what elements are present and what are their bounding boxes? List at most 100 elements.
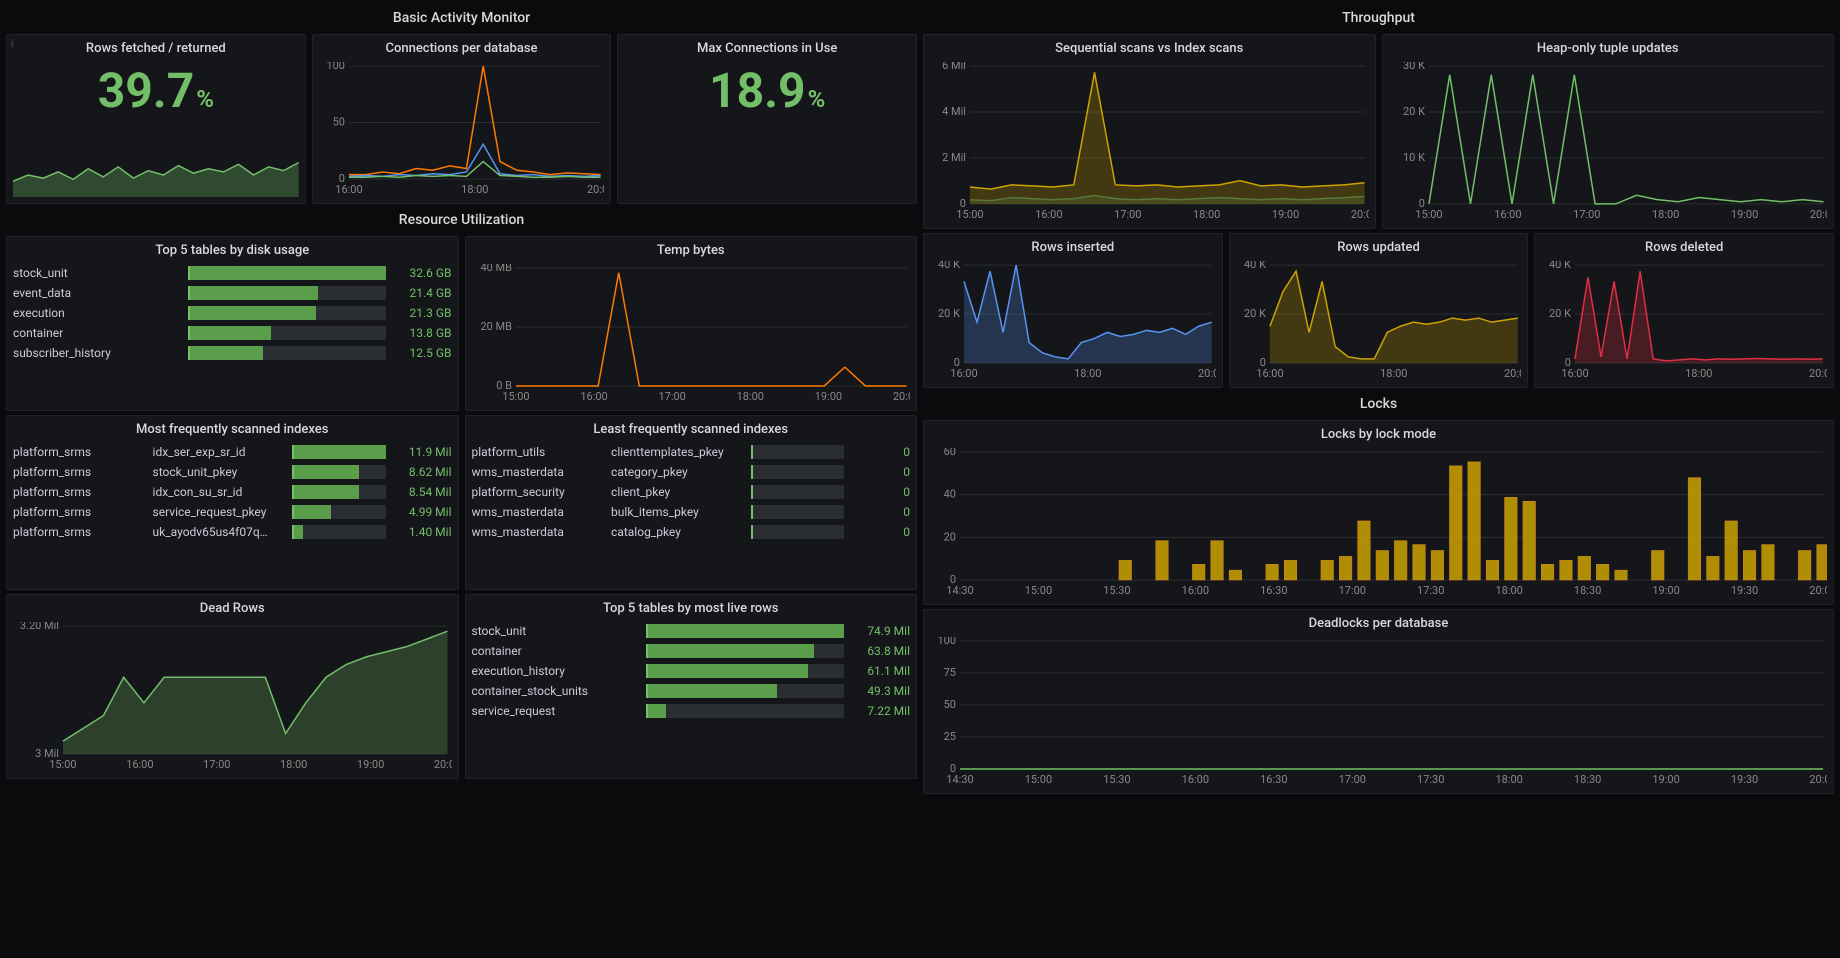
bar bbox=[188, 326, 386, 340]
sparkline bbox=[13, 159, 299, 197]
panel-most-scanned[interactable]: Most frequently scanned indexes platform… bbox=[6, 415, 459, 590]
value: 61.1 Mil bbox=[852, 664, 910, 678]
item-label: execution_history bbox=[472, 664, 639, 678]
svg-text:6 Mil: 6 Mil bbox=[942, 62, 966, 72]
svg-text:16:00: 16:00 bbox=[335, 183, 362, 196]
panel-top5-live[interactable]: Top 5 tables by most live rows stock_uni… bbox=[465, 594, 918, 779]
svg-text:15:00: 15:00 bbox=[502, 390, 529, 403]
panel-title: Rows updated bbox=[1236, 240, 1522, 255]
table: stock_unit74.9 Milcontainer63.8 Milexecu… bbox=[472, 622, 911, 720]
panel-temp-bytes[interactable]: Temp bytes 0 B20 MB40 MB15:0016:0017:001… bbox=[465, 236, 918, 411]
table-row: execution_history 61.1 Mil bbox=[472, 664, 911, 678]
table-row: event_data21.4 GB bbox=[13, 286, 452, 300]
svg-text:19:00: 19:00 bbox=[1730, 208, 1757, 221]
svg-text:20 K: 20 K bbox=[1244, 307, 1266, 320]
svg-text:20:00: 20:00 bbox=[1809, 773, 1827, 786]
panel-max-conn[interactable]: Max Connections in Use 18.9 % bbox=[617, 34, 917, 204]
svg-text:20 K: 20 K bbox=[1549, 307, 1571, 320]
panel-heap-only[interactable]: Heap-only tuple updates 010 K20 K30 K15:… bbox=[1382, 34, 1835, 229]
svg-text:17:30: 17:30 bbox=[1417, 584, 1444, 597]
table-row: wms_masterdatacategory_pkey0 bbox=[472, 465, 911, 479]
stat-number: 39.7 bbox=[98, 62, 195, 119]
svg-text:30 K: 30 K bbox=[1403, 62, 1425, 72]
svg-text:20:00: 20:00 bbox=[587, 183, 605, 196]
bar bbox=[646, 684, 844, 698]
section-locks: Locks bbox=[923, 392, 1834, 416]
svg-text:2 Mil: 2 Mil bbox=[942, 151, 966, 164]
bar bbox=[646, 644, 844, 658]
panel-conn-per-db[interactable]: Connections per database 05010016:0018:0… bbox=[312, 34, 612, 204]
svg-text:17:30: 17:30 bbox=[1417, 773, 1444, 786]
svg-text:25: 25 bbox=[944, 730, 956, 743]
bar bbox=[188, 306, 386, 320]
stat-value: 18.9 % bbox=[624, 62, 910, 197]
schema-label: platform_srms bbox=[13, 465, 145, 479]
panel-locks-mode[interactable]: Locks by lock mode 020406014:3015:0015:3… bbox=[923, 420, 1834, 605]
svg-text:18:00: 18:00 bbox=[1074, 367, 1101, 380]
index-label: clienttemplates_pkey bbox=[611, 445, 743, 459]
svg-text:18:00: 18:00 bbox=[280, 758, 307, 771]
panel-rows-fetched[interactable]: i Rows fetched / returned 39.7 % bbox=[6, 34, 306, 204]
panel-rows-deleted[interactable]: Rows deleted 020 K40 K16:0018:0020:00 bbox=[1534, 233, 1834, 388]
svg-text:18:30: 18:30 bbox=[1574, 773, 1601, 786]
svg-text:17:00: 17:00 bbox=[203, 758, 230, 771]
svg-text:100: 100 bbox=[937, 637, 956, 647]
value: 0 bbox=[852, 505, 910, 519]
table-row: subscriber_history12.5 GB bbox=[13, 346, 452, 360]
item-label: subscriber_history bbox=[13, 346, 180, 360]
table-row: stock_unit74.9 Mil bbox=[472, 624, 911, 638]
value: 7.22 Mil bbox=[852, 704, 910, 718]
schema-label: platform_security bbox=[472, 485, 604, 499]
bar bbox=[646, 624, 844, 638]
item-label: container bbox=[13, 326, 180, 340]
svg-text:10 K: 10 K bbox=[1403, 151, 1425, 164]
bar bbox=[188, 266, 386, 280]
svg-text:20 K: 20 K bbox=[938, 307, 960, 320]
table-row: container 13.8 GB bbox=[13, 326, 452, 340]
bar bbox=[751, 485, 844, 499]
svg-text:15:00: 15:00 bbox=[1025, 773, 1052, 786]
schema-label: platform_srms bbox=[13, 445, 145, 459]
svg-text:14:30: 14:30 bbox=[946, 773, 973, 786]
svg-text:18:00: 18:00 bbox=[1380, 367, 1407, 380]
chart: 010 K20 K30 K15:0016:0017:0018:0019:0020… bbox=[1389, 62, 1828, 222]
item-label: execution bbox=[13, 306, 180, 320]
svg-text:16:00: 16:00 bbox=[1035, 208, 1062, 221]
value: 8.62 Mil bbox=[394, 465, 452, 479]
bar bbox=[646, 664, 844, 678]
bar bbox=[292, 525, 385, 539]
svg-text:19:00: 19:00 bbox=[357, 758, 384, 771]
value: 63.8 Mil bbox=[852, 644, 910, 658]
svg-text:19:00: 19:00 bbox=[1272, 208, 1299, 221]
panel-title: Heap-only tuple updates bbox=[1389, 41, 1828, 56]
svg-text:20:00: 20:00 bbox=[434, 758, 452, 771]
panel-title: Rows deleted bbox=[1541, 240, 1827, 255]
panel-dead-rows[interactable]: Dead Rows 3 Mil3.20 Mil15:0016:0017:0018… bbox=[6, 594, 459, 779]
value: 0 bbox=[852, 485, 910, 499]
value: 21.4 GB bbox=[394, 286, 452, 300]
panel-title: Top 5 tables by most live rows bbox=[472, 601, 911, 616]
bar bbox=[751, 505, 844, 519]
panel-top5-disk[interactable]: Top 5 tables by disk usage stock_unit32.… bbox=[6, 236, 459, 411]
section-resource-util: Resource Utilization bbox=[6, 208, 917, 232]
svg-text:16:00: 16:00 bbox=[950, 367, 977, 380]
bar bbox=[292, 485, 385, 499]
value: 13.8 GB bbox=[394, 326, 452, 340]
info-icon[interactable]: i bbox=[11, 39, 13, 50]
item-label: container_stock_units bbox=[472, 684, 639, 698]
panel-least-scanned[interactable]: Least frequently scanned indexes platfor… bbox=[465, 415, 918, 590]
table-row: platform_srmsservice_request_pkey4.99 Mi… bbox=[13, 505, 452, 519]
table: platform_utilsclienttemplates_pkey0wms_m… bbox=[472, 443, 911, 541]
svg-text:18:00: 18:00 bbox=[1652, 208, 1679, 221]
panel-rows-updated[interactable]: Rows updated 020 K40 K16:0018:0020:00 bbox=[1229, 233, 1529, 388]
schema-label: platform_utils bbox=[472, 445, 604, 459]
value: 0 bbox=[852, 465, 910, 479]
schema-label: wms_masterdata bbox=[472, 465, 604, 479]
panel-rows-inserted[interactable]: Rows inserted 020 K40 K16:0018:0020:00 bbox=[923, 233, 1223, 388]
panel-seq-vs-idx[interactable]: Sequential scans vs Index scans 02 Mil4 … bbox=[923, 34, 1376, 229]
svg-text:3.20 Mil: 3.20 Mil bbox=[20, 622, 59, 632]
bar bbox=[751, 445, 844, 459]
svg-text:16:00: 16:00 bbox=[580, 390, 607, 403]
svg-text:20 K: 20 K bbox=[1403, 105, 1425, 118]
panel-deadlocks[interactable]: Deadlocks per database 025507510014:3015… bbox=[923, 609, 1834, 794]
